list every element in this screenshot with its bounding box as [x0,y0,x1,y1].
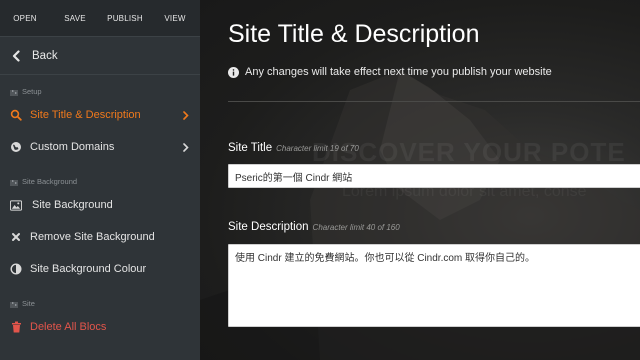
site-description-char-limit: Character limit 40 of 160 [312,223,400,232]
close-icon [10,231,22,243]
sidebar-item-label: Remove Site Background [30,231,155,243]
site-title-input[interactable] [228,164,640,188]
sidebar-item-site-title[interactable]: Site Title & Description [0,99,200,131]
info-icon [228,66,239,78]
sidebar-item-label: Site Title & Description [30,109,141,121]
sidebar-item-label: Site Background Colour [30,263,147,275]
section-title-label: Site Background [22,177,78,186]
site-title-label: Site Title Character limit 19 of 70 [228,142,359,154]
section-title-setup: Setup [0,75,200,99]
divider [228,101,640,102]
page-title: Site Title & Description [228,20,480,48]
sliders-icon [10,89,18,96]
chevron-right-icon [182,110,190,120]
sidebar-item-background-colour[interactable]: Site Background Colour [0,253,200,285]
toolbar: OPEN SAVE PUBLISH VIEW [0,0,200,37]
sidebar-item-custom-domains[interactable]: Custom Domains [0,131,200,163]
sidebar-item-site-background[interactable]: Site Background [0,189,200,221]
back-label: Back [32,49,58,62]
view-button[interactable]: VIEW [150,14,200,23]
image-icon [10,199,22,211]
section-title-label: Setup [22,87,42,96]
sliders-icon [10,179,18,186]
chevron-right-icon [182,142,190,152]
sidebar-item-label: Custom Domains [30,141,115,153]
site-title-char-limit: Character limit 19 of 70 [276,144,359,153]
save-button[interactable]: SAVE [50,14,100,23]
sidebar-item-label: Delete All Blocs [30,321,107,333]
back-button[interactable]: Back [0,37,200,75]
sidebar-item-label: Site Background [32,199,113,211]
site-title-label-text: Site Title [228,142,273,154]
sliders-icon [10,301,18,308]
publish-notice: Any changes will take effect next time y… [228,66,552,78]
chevron-left-icon [9,49,23,63]
site-description-input[interactable]: 使用 Cindr 建立的免費網站。你也可以從 Cindr.com 取得你自己的。 [228,244,640,327]
section-title-site-background: Site Background [0,163,200,189]
site-description-label-text: Site Description [228,221,309,233]
trash-icon [10,321,22,333]
contrast-icon [10,263,22,275]
notice-text: Any changes will take effect next time y… [245,66,552,78]
sidebar: OPEN SAVE PUBLISH VIEW Back Setup Site T… [0,0,200,360]
main-panel: DISCOVER YOUR POTE Lorem ipsum dolor sit… [200,0,640,360]
section-title-label: Site [22,299,35,308]
sidebar-item-remove-background[interactable]: Remove Site Background [0,221,200,253]
globe-icon [10,141,22,153]
section-title-site: Site [0,285,200,311]
search-icon [10,109,22,121]
publish-button[interactable]: PUBLISH [100,14,150,23]
sidebar-item-delete-all-blocs[interactable]: Delete All Blocs [0,311,200,343]
open-button[interactable]: OPEN [0,14,50,23]
site-description-label: Site Description Character limit 40 of 16… [228,221,400,233]
